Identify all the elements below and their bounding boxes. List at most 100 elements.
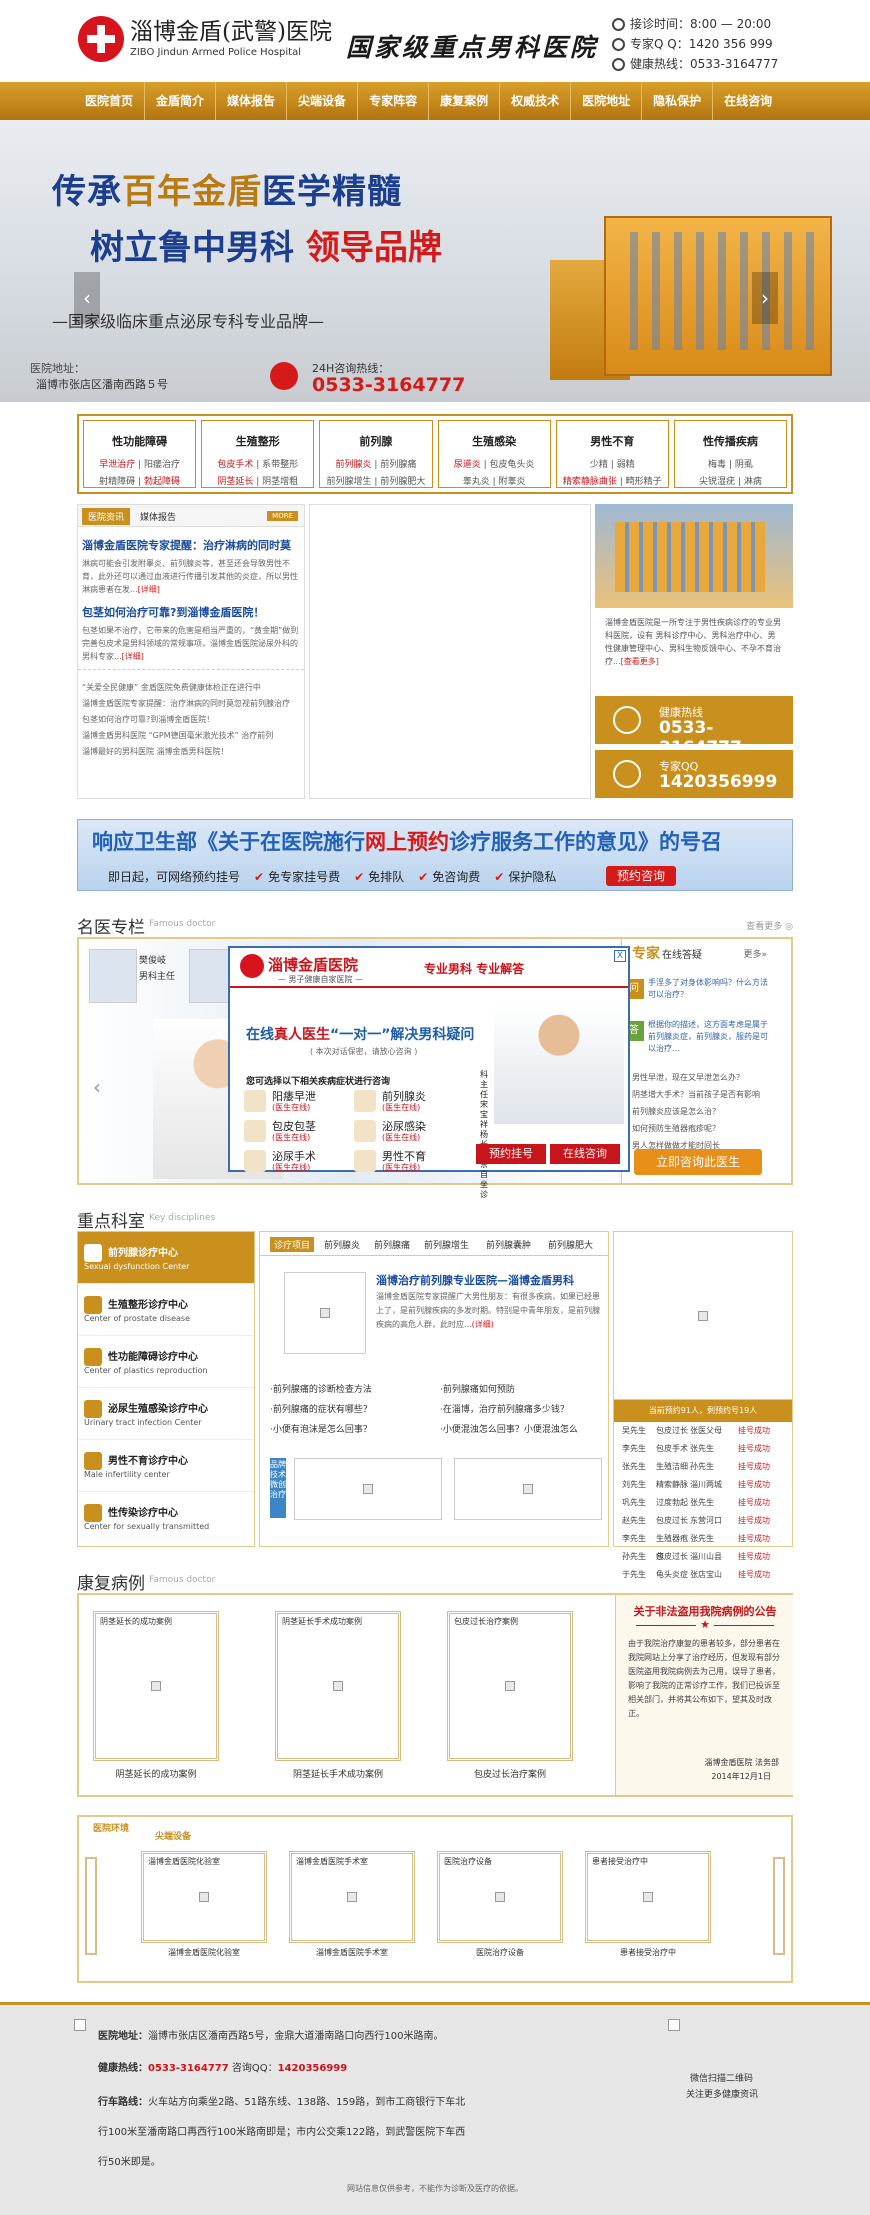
- symptom-option[interactable]: 前列腺炎 (医生在线): [354, 1088, 454, 1114]
- notice-title[interactable]: 关于非法盗用我院病例的公告: [616, 1603, 794, 1619]
- nav-item-privacy[interactable]: 隐私保护: [642, 82, 714, 120]
- case-card[interactable]: 阴茎延长的成功案例 阴茎延长的成功案例: [93, 1611, 219, 1780]
- banner-next-arrow[interactable]: ›: [752, 272, 778, 324]
- environment-card[interactable]: 医院治疗设备 医院治疗设备: [437, 1851, 563, 1959]
- env-prev-arrow[interactable]: [85, 1857, 97, 1955]
- booking-cell: 挂号成功: [738, 1534, 770, 1543]
- symptom-icon: [244, 1090, 266, 1112]
- tab-treatments[interactable]: 诊疗项目: [270, 1237, 315, 1252]
- tab-media-report[interactable]: 媒体报告: [140, 510, 176, 523]
- hospital-logo[interactable]: 淄博金盾(武警)医院 ZIBO Jindun Armed Police Hosp…: [78, 16, 332, 62]
- environment-card[interactable]: 淄博金盾医院化验室 淄博金盾医院化验室: [141, 1851, 267, 1959]
- qq-box[interactable]: 专家QQ 1420356999: [595, 750, 793, 798]
- booking-row: 刘先生 精索静脉 淄川两城 挂号成功: [614, 1476, 792, 1494]
- department-link[interactable]: ·小便混浊怎么回事？小便混浊怎么: [440, 1422, 578, 1435]
- category-box[interactable]: 生殖感染 尿道炎 | 包皮龟头炎 睾丸炎 | 附睾炎: [437, 420, 551, 488]
- department-item[interactable]: 泌尿生殖感染诊疗中心 Urinary tract infection Center: [78, 1388, 254, 1440]
- case-card[interactable]: 包皮过长治疗案例 包皮过长治疗案例: [447, 1611, 573, 1780]
- category-box[interactable]: 男性不育 少精 | 弱精 精索静脉曲张 | 畸形精子: [555, 420, 669, 488]
- consult-popup: 淄博金盾医院 — 男子健康自家医院 — 专业男科 专业解答 X 在线真人医生“一…: [228, 946, 630, 1199]
- nav-item-equipment[interactable]: 尖端设备: [287, 82, 359, 120]
- news-more-button[interactable]: MORE: [267, 511, 298, 521]
- symptom-option[interactable]: 阳痿早泄 (医生在线): [244, 1088, 344, 1114]
- department-item[interactable]: 性功能障碍诊疗中心 Center of plastics reproduction: [78, 1336, 254, 1388]
- banner-prev-arrow[interactable]: ‹: [74, 272, 100, 324]
- nav-item-home[interactable]: 医院首页: [74, 82, 146, 120]
- tab-prostate-pain[interactable]: 前列腺痛: [374, 1238, 410, 1251]
- department-item[interactable]: 性传染诊疗中心 Center for sexually transmitted: [78, 1492, 254, 1544]
- news-link[interactable]: 包茎如何治疗可靠?到淄博金盾医院！: [82, 712, 300, 728]
- doctor-prev-arrow[interactable]: ‹: [93, 1075, 101, 1099]
- news-link[interactable]: 淄博金盾医院专家提醒：治疗淋病的同时莫忽视前列腺治疗: [82, 696, 300, 712]
- department-thumb[interactable]: [294, 1458, 442, 1520]
- tab-prostate-enlargement[interactable]: 前列腺肥大: [548, 1238, 593, 1251]
- news-list-panel: 医院资讯 媒体报告 MORE 淄博金盾医院专家提醒：治疗淋病的同时莫 淋病可能会…: [77, 504, 305, 799]
- news-headline[interactable]: 淄博金盾医院专家提醒：治疗淋病的同时莫: [78, 527, 304, 553]
- nav-item-about[interactable]: 金盾简介: [145, 82, 217, 120]
- consult-doctor-button[interactable]: 立即咨询此医生: [634, 1149, 762, 1175]
- category-box[interactable]: 性功能障碍 早泄治疗 | 阳痿治疗 射精障碍 | 勃起障碍: [83, 420, 197, 488]
- news-link[interactable]: 淄博最好的男科医院 淄博金盾男科医院！: [82, 744, 300, 760]
- category-box[interactable]: 前列腺 前列腺炎 | 前列腺痛 前列腺增生 | 前列腺肥大: [319, 420, 433, 488]
- tab-hospital-news[interactable]: 医院资讯: [82, 508, 131, 525]
- symptom-option[interactable]: 包皮包茎 (医生在线): [244, 1118, 344, 1144]
- news-headline[interactable]: 包茎如何治疗可靠?到淄博金盾医院！: [78, 596, 304, 620]
- department-item[interactable]: 男性不育诊疗中心 Male infertility center: [78, 1440, 254, 1492]
- tab-environment[interactable]: 医院环境: [93, 1821, 129, 1834]
- doctors-more-link[interactable]: 查看更多 ◎: [746, 919, 793, 932]
- booking-cell: 生殖器疱疹: [656, 1534, 688, 1561]
- tab-prostatitis[interactable]: 前列腺炎: [324, 1238, 360, 1251]
- qa-question[interactable]: 手淫多了对身体影响吗？什么方法可以治疗？: [648, 977, 772, 1001]
- booking-cell: 张先生: [690, 1444, 714, 1453]
- nav-item-experts[interactable]: 专家阵容: [358, 82, 430, 120]
- qa-link[interactable]: 前列腺炎应该是怎么治？: [632, 1103, 760, 1120]
- environment-card[interactable]: 患者接受治疗中 患者接受治疗中: [585, 1851, 711, 1959]
- category-box[interactable]: 性传播疾病 梅毒 | 阴虱 尖锐湿疣 | 淋病: [673, 420, 788, 488]
- booking-row: 赵先生 包皮过长 东营河口 挂号成功: [614, 1512, 792, 1530]
- nav-item-tech[interactable]: 权威技术: [500, 82, 572, 120]
- qa-more-link[interactable]: 更多»: [743, 947, 767, 960]
- tab-prostate-cyst[interactable]: 前列腺囊肿: [486, 1238, 531, 1251]
- department-headline[interactable]: 淄博治疗前列腺专业医院—淄博金盾男科: [376, 1272, 574, 1288]
- book-consult-button[interactable]: 预约咨询: [606, 866, 676, 886]
- news-slideshow[interactable]: [309, 504, 591, 799]
- case-card[interactable]: 阴茎延长手术成功案例 阴茎延长手术成功案例: [275, 1611, 401, 1780]
- departments-panel: 前列腺诊疗中心 Sexual dysfunction Center 生殖整形诊疗中…: [77, 1231, 793, 1579]
- nav-item-address[interactable]: 医院地址: [571, 82, 643, 120]
- qa-link[interactable]: 如何预防生殖器疱疹呢？: [632, 1120, 760, 1137]
- hotline-box[interactable]: 健康热线 0533-3164777: [595, 696, 793, 758]
- tab-prostate-hyperplasia[interactable]: 前列腺增生: [424, 1238, 469, 1251]
- online-consult-button[interactable]: 在线咨询: [550, 1144, 620, 1164]
- symptom-option[interactable]: 泌尿感染 (医生在线): [354, 1118, 454, 1144]
- online-booking-banner[interactable]: 响应卫生部《关于在医院施行网上预约诊疗服务工作的意见》的号召 即日起，可网络预约…: [77, 819, 793, 891]
- department-item[interactable]: 生殖整形诊疗中心 Center of prostate disease: [78, 1284, 254, 1336]
- qa-link[interactable]: 男性早泄，现在又早泄怎么办？: [632, 1069, 760, 1086]
- department-link[interactable]: ·小便有泡沫是怎么回事？: [270, 1422, 372, 1435]
- popup-hospital-sub: — 男子健康自家医院 —: [278, 975, 364, 984]
- department-link[interactable]: ·前列腺痛如何预防: [440, 1382, 515, 1395]
- nav-item-cases[interactable]: 康复案例: [429, 82, 501, 120]
- tab-equipment[interactable]: 尖端设备: [155, 1829, 191, 1842]
- popup-headline: 在线真人医生“一对一”解决男科疑问: [246, 1027, 475, 1043]
- doctor-thumb[interactable]: [89, 949, 137, 1003]
- nav-item-media[interactable]: 媒体报告: [216, 82, 288, 120]
- news-link[interactable]: 淄博金盾男科医院 “GPM德国毫米激光技术” 治疗前列: [82, 728, 300, 744]
- close-icon[interactable]: X: [614, 950, 626, 962]
- department-link[interactable]: ·在淄博，治疗前列腺痛多少钱？: [440, 1402, 569, 1415]
- booking-cell: 包皮过长: [656, 1516, 688, 1525]
- env-next-arrow[interactable]: [773, 1857, 785, 1955]
- department-link[interactable]: ·前列腺痛的症状有哪些？: [270, 1402, 372, 1415]
- category-box[interactable]: 生殖整形 包皮手术 | 系带整形 阴茎延长 | 阴茎增粗: [201, 420, 315, 488]
- news-link[interactable]: “关爱全民健康” 金盾医院免费健康体检正在进行中: [82, 680, 300, 696]
- environment-card[interactable]: 淄博金盾医院手术室 淄博金盾医院手术室: [289, 1851, 415, 1959]
- department-link[interactable]: ·前列腺痛的诊断检查方法: [270, 1382, 372, 1395]
- nav-item-consult[interactable]: 在线咨询: [713, 82, 783, 120]
- symptom-option[interactable]: 男性不育 (医生在线): [354, 1148, 454, 1174]
- department-item[interactable]: 前列腺诊疗中心 Sexual dysfunction Center: [78, 1232, 254, 1284]
- hospital-intro-panel: 淄博金盾医院是一所专注于男性疾病诊疗的专业男科医院，设有 男科诊疗中心、男科治疗…: [595, 504, 793, 799]
- symptom-option[interactable]: 泌尿手术 (医生在线): [244, 1148, 344, 1174]
- department-thumb[interactable]: [454, 1458, 602, 1520]
- hero-banner[interactable]: 传承百年金盾医学精髓 树立鲁中男科 领导品牌 —国家级临床重点泌尿专科专业品牌—…: [0, 120, 870, 402]
- book-appointment-button[interactable]: 预约挂号: [476, 1144, 546, 1164]
- qa-link[interactable]: 阴茎增大手术？当前孩子是否有影响: [632, 1086, 760, 1103]
